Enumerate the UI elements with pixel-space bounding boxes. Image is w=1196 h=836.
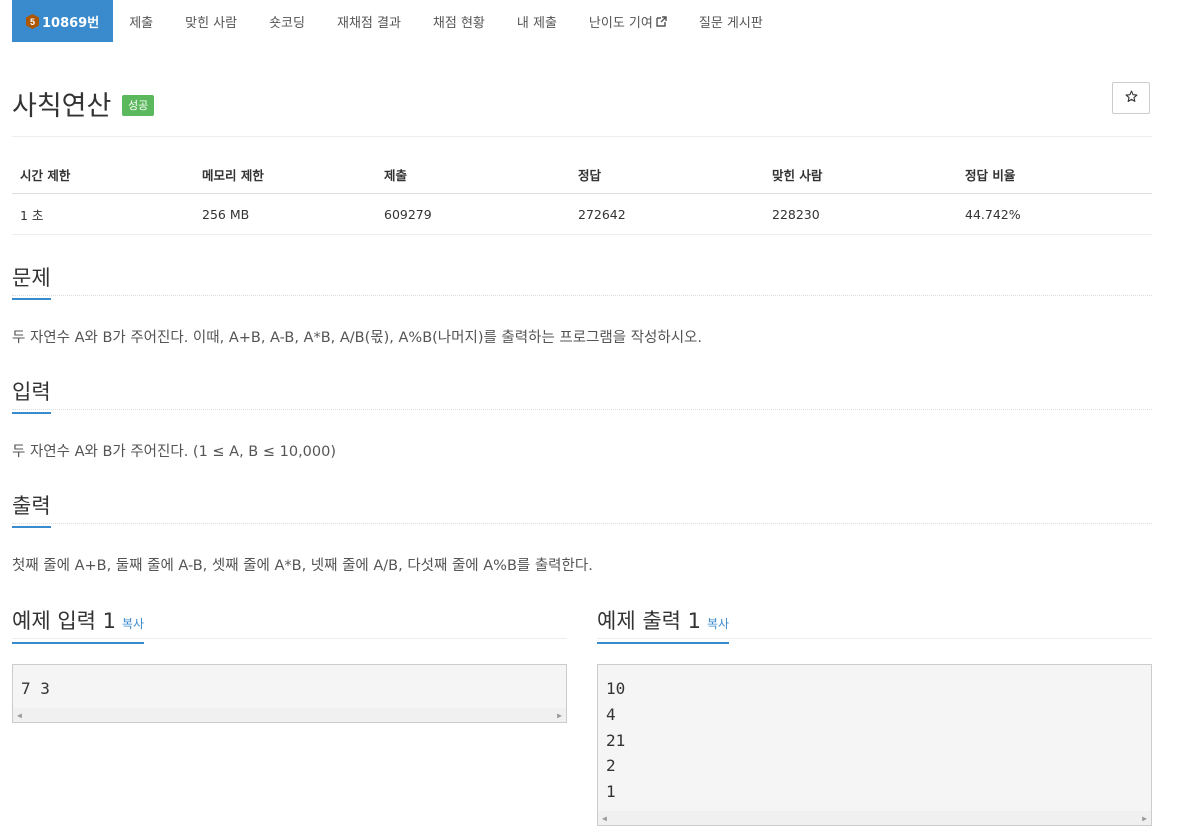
problem-title: 사칙연산	[12, 91, 112, 122]
external-link-icon	[656, 15, 667, 27]
problem-info-table: 시간 제한 메모리 제한 제출 정답 맞힌 사람 정답 비율 1 초 256 M…	[12, 157, 1152, 235]
description-section: 문제	[12, 262, 1152, 300]
col-solved-users: 맞힌 사람	[764, 157, 957, 194]
sample-input-box[interactable]: 7 3 ◀ ▶	[12, 664, 567, 723]
nav-question-board[interactable]: 질문 게시판	[683, 0, 779, 42]
section-divider	[12, 523, 1152, 524]
horizontal-scrollbar[interactable]: ◀ ▶	[598, 811, 1151, 825]
sample-input-title: 예제 입력 1	[12, 609, 116, 633]
table-header-row: 시간 제한 메모리 제한 제출 정답 맞힌 사람 정답 비율	[12, 157, 1152, 194]
description-text: 두 자연수 A와 B가 주어진다. 이때, A+B, A-B, A*B, A/B…	[12, 330, 703, 346]
favorite-button[interactable]	[1112, 82, 1150, 114]
nav-problem-label: 10869번	[42, 15, 100, 31]
cell-submissions: 609279	[376, 193, 570, 235]
status-badge: 성공	[122, 95, 155, 116]
col-accept-ratio: 정답 비율	[957, 157, 1152, 194]
cell-accept-ratio: 44.742%	[957, 193, 1152, 235]
col-time-limit: 시간 제한	[12, 157, 194, 194]
output-text: 첫째 줄에 A+B, 둘째 줄에 A-B, 셋째 줄에 A*B, 넷째 줄에 A…	[12, 558, 593, 574]
scroll-right-icon[interactable]: ▶	[1142, 814, 1147, 823]
nav-problem-number[interactable]: 5 10869번	[12, 0, 114, 42]
nav-judge-status[interactable]: 채점 현황	[417, 0, 501, 42]
title-divider	[12, 136, 1152, 137]
output-section: 출력	[12, 490, 1152, 528]
scroll-right-icon[interactable]: ▶	[557, 711, 562, 720]
sample-output-title: 예제 출력 1	[597, 609, 701, 633]
input-text: 두 자연수 A와 B가 주어진다. (1 ≤ A, B ≤ 10,000)	[12, 444, 337, 460]
col-memory-limit: 메모리 제한	[194, 157, 376, 194]
scroll-left-icon[interactable]: ◀	[602, 814, 607, 823]
section-divider	[12, 409, 1152, 410]
section-divider	[12, 295, 1152, 296]
nav-difficulty-label: 난이도 기여	[588, 15, 653, 31]
table-row: 1 초 256 MB 609279 272642 228230 44.742%	[12, 193, 1152, 235]
sample-input-content: 7 3	[21, 679, 50, 698]
nav-rejudge-results[interactable]: 재채점 결과	[321, 0, 417, 42]
scroll-left-icon[interactable]: ◀	[17, 711, 22, 720]
nav-short-coding[interactable]: 숏코딩	[253, 0, 321, 42]
copy-sample-input-button[interactable]: 복사	[122, 617, 144, 631]
section-divider	[12, 638, 567, 639]
nav-judge-status-label: 채점 현황	[432, 15, 485, 31]
nav-submit-label: 제출	[129, 15, 154, 31]
nav-submit[interactable]: 제출	[113, 0, 169, 42]
section-divider	[597, 638, 1152, 639]
nav-my-submissions[interactable]: 내 제출	[501, 0, 573, 42]
copy-sample-output-button[interactable]: 복사	[707, 617, 729, 631]
nav-solved-users-label: 맞힌 사람	[185, 15, 238, 31]
bronze-tier-icon: 5	[26, 13, 39, 29]
svg-text:5: 5	[30, 17, 35, 27]
cell-time-limit: 1 초	[12, 193, 194, 235]
cell-memory-limit: 256 MB	[194, 193, 376, 235]
star-outline-icon	[1125, 89, 1138, 107]
nav-question-board-label: 질문 게시판	[698, 15, 763, 31]
nav-solved-users[interactable]: 맞힌 사람	[169, 0, 253, 42]
problem-nav: 5 10869번 제출 맞힌 사람 숏코딩 재채점 결과 채점 현황 내 제출 …	[12, 0, 779, 42]
nav-rejudge-results-label: 재채점 결과	[336, 15, 401, 31]
sample-output-content: 10 4 21 2 1	[606, 679, 626, 802]
nav-my-submissions-label: 내 제출	[516, 15, 557, 31]
horizontal-scrollbar[interactable]: ◀ ▶	[13, 708, 566, 722]
col-submissions: 제출	[376, 157, 570, 194]
sample-output-box[interactable]: 10 4 21 2 1 ◀ ▶	[597, 664, 1152, 826]
nav-short-coding-label: 숏코딩	[269, 15, 305, 31]
input-section: 입력	[12, 376, 1152, 414]
cell-accepted: 272642	[570, 193, 764, 235]
problem-page: 5 10869번 제출 맞힌 사람 숏코딩 재채점 결과 채점 현황 내 제출 …	[0, 0, 1196, 836]
nav-difficulty-contribution[interactable]: 난이도 기여	[573, 0, 683, 42]
col-accepted: 정답	[570, 157, 764, 194]
cell-solved-users: 228230	[764, 193, 957, 235]
